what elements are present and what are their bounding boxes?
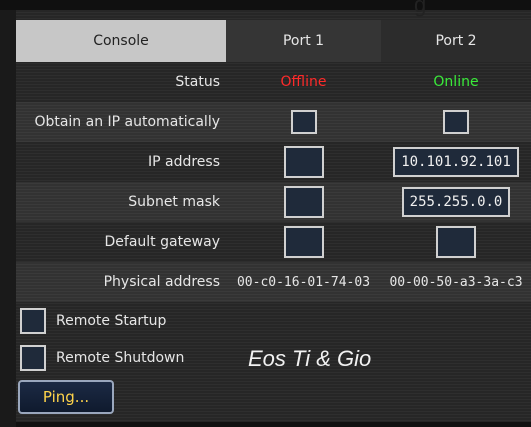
tab-console[interactable]: Console [16,20,226,62]
status-label: Status [175,74,220,90]
port-2-status: Online [433,74,479,90]
remote-shutdown-checkbox[interactable] [20,345,46,371]
subnet-mask-label: Subnet mask [16,182,226,222]
bottom-edge [16,422,531,427]
port-1-ip-cell [226,142,381,182]
port-2-obtain-ip-checkbox[interactable] [443,110,469,134]
column-header-port-2: Port 2 [381,20,531,62]
remote-startup-label: Remote Startup [56,313,167,329]
remote-startup-option[interactable]: Remote Startup [20,304,520,338]
physical-address-label: Physical address [16,262,226,302]
partial-window-title: g [414,0,427,17]
port-1-subnet-mask-field[interactable] [283,186,324,218]
settings-grid: Console Port 1 Port 2 Status Offline Onl… [16,20,531,302]
port-2-ip-cell: 10.101.92.101 [381,142,531,182]
port-1-physical-address: 00-c0-16-01-74-03 [226,262,381,302]
remote-shutdown-label: Remote Shutdown [56,350,185,366]
port-2-physical-address: 00-00-50-a3-3a-c3 [381,262,531,302]
port-2-ip-address-field[interactable]: 10.101.92.101 [393,147,519,177]
port-2-subnet-mask-field[interactable]: 255.255.0.0 [401,187,511,217]
ping-button[interactable]: Ping... [18,380,114,414]
ip-address-label: IP address [147,154,220,170]
port-2-gateway-cell [381,222,531,262]
title-strip [0,0,531,10]
product-caption: Eos Ti & Gio [248,346,372,371]
port-1-default-gateway-field[interactable] [283,226,324,258]
port-1-subnet-cell [226,182,381,222]
left-edge [0,10,16,427]
port-1-ip-address-field[interactable] [283,146,324,178]
port-1-obtain-ip-cell [226,102,381,142]
port-1-gateway-cell [226,222,381,262]
column-header-port-1: Port 1 [226,20,381,62]
network-settings-panel: g Console Port 1 Port 2 Status Offline O… [0,0,531,427]
port-1-obtain-ip-checkbox[interactable] [290,110,317,134]
port-2-obtain-ip-cell [381,102,531,142]
default-gateway-label: Default gateway [104,234,221,250]
obtain-ip-label: Obtain an IP automatically [16,102,226,142]
port-2-subnet-cell: 255.255.0.0 [381,182,531,222]
port-1-status: Offline [280,74,327,90]
remote-startup-checkbox[interactable] [20,308,46,334]
port-2-default-gateway-field[interactable] [436,226,476,258]
